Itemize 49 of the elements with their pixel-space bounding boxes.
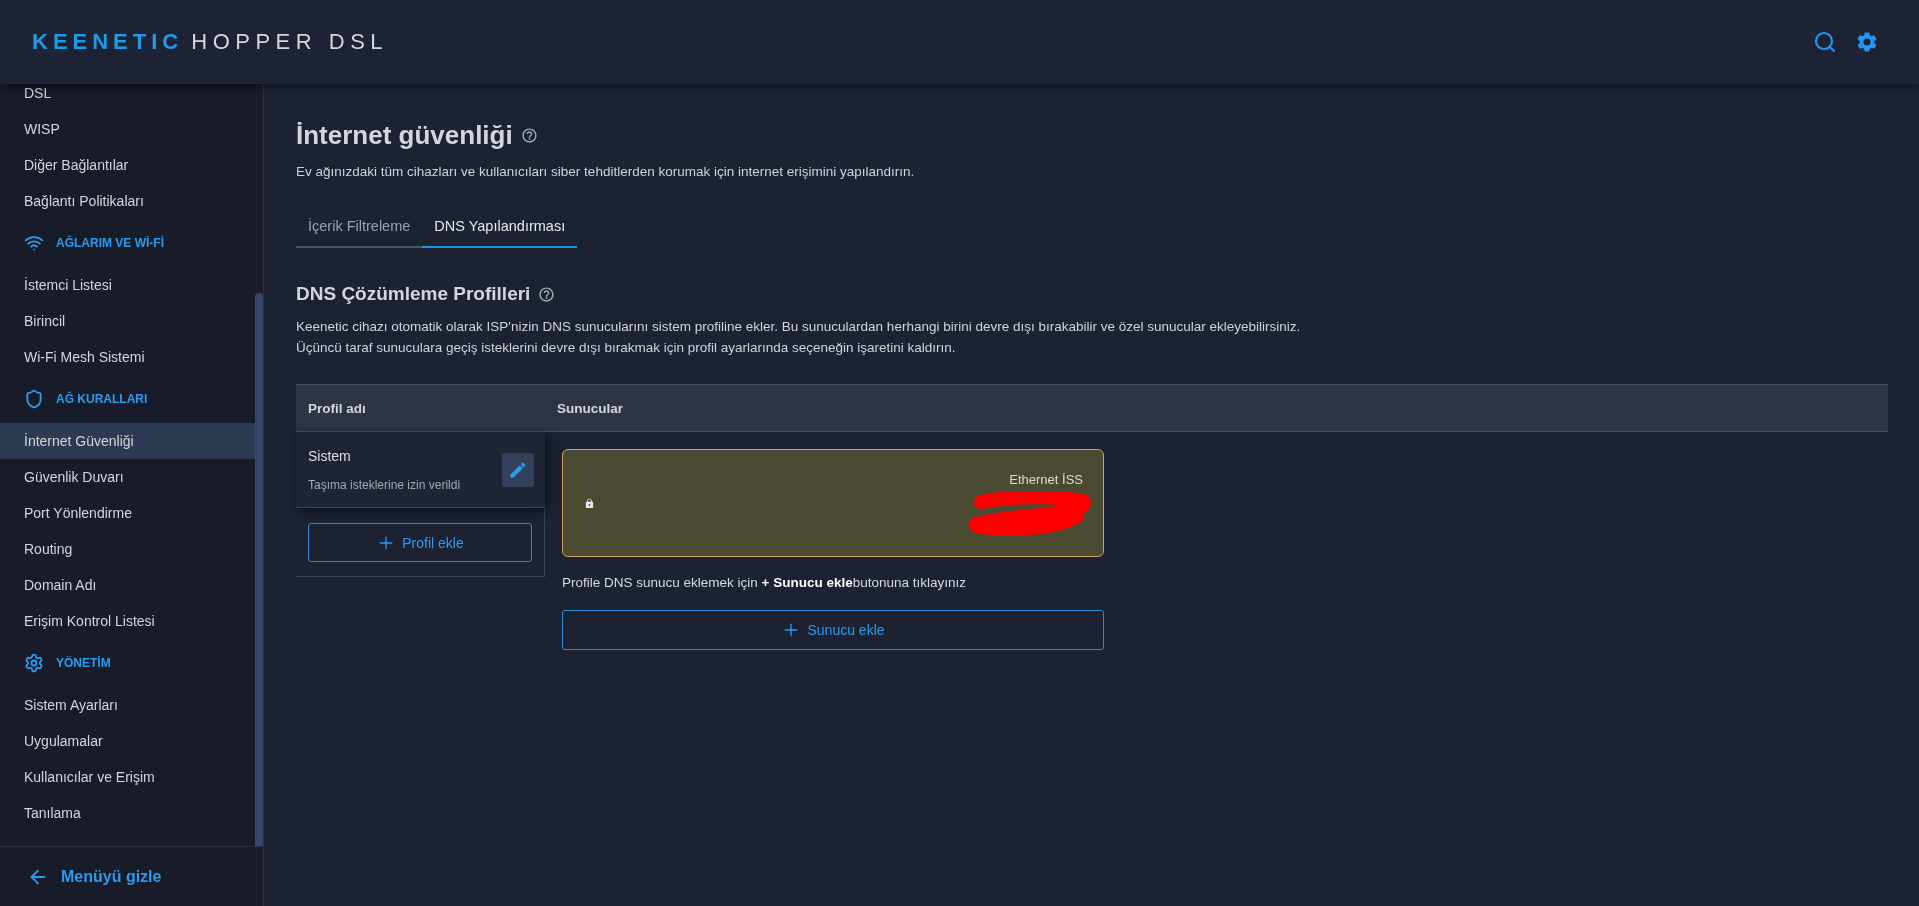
column-header: Profil adı	[307, 400, 367, 416]
section-title: DNS Çözümleme Profilleri	[296, 282, 531, 306]
sidebar-item[interactable]: Tanılama	[0, 795, 255, 831]
gear-icon	[24, 653, 44, 673]
sidebar-item[interactable]: DSL	[0, 84, 255, 111]
sidebar-item[interactable]: Domain Adı	[0, 567, 255, 603]
profile-card[interactable]: Sistem Taşıma isteklerine izin verildi	[296, 432, 545, 508]
help-icon[interactable]	[538, 285, 556, 303]
column-header: Sunucular	[556, 400, 624, 416]
add-server-button[interactable]: Sunucu ekle	[562, 610, 1104, 650]
add-profile-button[interactable]: Profil ekle	[308, 523, 532, 562]
sidebar-section-title: AĞLARIM VE Wİ-Fİ	[56, 236, 164, 250]
description-text: Üçüncü taraf sunuculara geçiş isteklerini devre dışı bırakmak için profil ayarlarında seçeneğin işaretini kaldırın.	[296, 339, 957, 357]
model-name: HOPPER DSL	[191, 30, 389, 54]
sidebar-section-title: AĞ KURALLARI	[56, 392, 148, 406]
sidebar-item[interactable]: Erişim Kontrol Listesi	[0, 603, 255, 639]
sidebar-item[interactable]: Sistem Ayarları	[0, 687, 255, 723]
profile-name: Sistem	[308, 447, 352, 466]
pencil-icon	[508, 459, 528, 480]
sidebar-item[interactable]: Port Yönlendirme	[0, 495, 255, 531]
sidebar-item[interactable]: Kullanıcılar ve Erişim	[0, 759, 255, 795]
hint-text: Profile DNS sunucu eklemek için + Sunucu eklebutonuna tıklayınız	[562, 574, 967, 592]
settings-icon[interactable]	[1855, 30, 1879, 54]
page-title: İnternet güvenliği	[296, 119, 513, 152]
sidebar-item[interactable]: Routing	[0, 531, 255, 567]
tab[interactable]: DNS Yapılandırması	[422, 205, 578, 248]
sidebar-item[interactable]: Bağlantı Politikaları	[0, 183, 255, 219]
server-label: Ethernet İSS	[1009, 470, 1083, 489]
sidebar-item[interactable]: İnternet Güvenliği	[0, 423, 255, 459]
shield-icon	[24, 389, 44, 409]
help-icon[interactable]	[520, 126, 538, 144]
page-subtitle: Ev ağınızdaki tüm cihazları ve kullanıcıları siber tehditlerden korumak için internet erişimini yapılandırın.	[296, 163, 916, 181]
sidebar-item[interactable]: İstemci Listesi	[0, 267, 255, 303]
edit-button[interactable]	[502, 452, 534, 487]
search-icon[interactable]	[1813, 30, 1837, 54]
description-text: Keenetic cihazı otomatik olarak ISP'nizin DNS sunucularını sistem profiline ekler. Bu sunuculardan herhangi birini devre dışı bırakabilir ve özel sunucular ekleyebilirsiniz.	[296, 318, 1302, 336]
sidebar-item[interactable]: Birincil	[0, 303, 255, 339]
wifi-icon	[24, 233, 44, 253]
sidebar-section-title: YÖNETİM	[56, 656, 111, 670]
scrollbar-thumb[interactable]	[255, 293, 263, 846]
sidebar-item[interactable]: WISP	[0, 111, 255, 147]
sidebar-item[interactable]: Uygulamalar	[0, 723, 255, 759]
tab[interactable]: İçerik Filtreleme	[296, 205, 423, 248]
sidebar-item[interactable]: Güvenlik Duvarı	[0, 459, 255, 495]
sidebar-item[interactable]: Wi-Fi Mesh Sistemi	[0, 339, 255, 375]
brand-logo: KEENETIC	[32, 30, 184, 54]
hide-menu-button[interactable]: Menüyü gizle	[27, 865, 162, 888]
profile-note: Taşıma isteklerine izin verildi	[308, 477, 461, 493]
sidebar-item[interactable]: Diğer Bağlantılar	[0, 147, 255, 183]
